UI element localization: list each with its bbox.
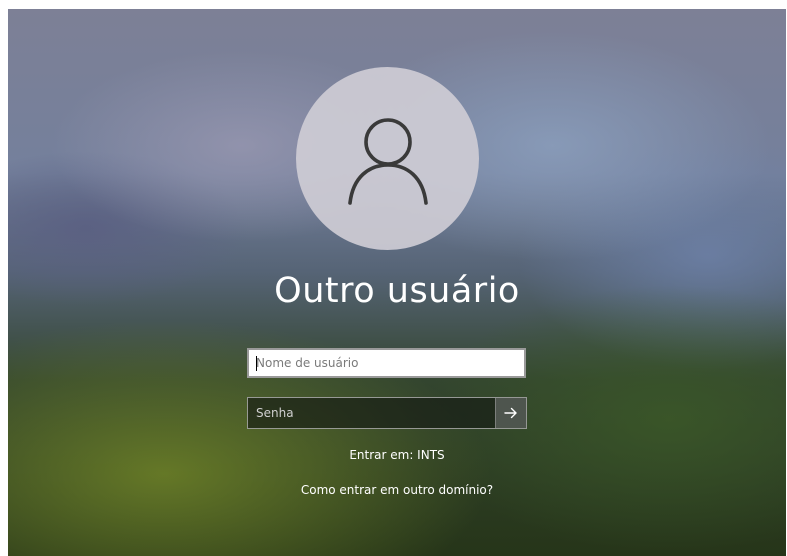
arrow-right-icon [504, 407, 517, 419]
submit-button[interactable] [495, 398, 526, 428]
user-name-title: Outro usuário [274, 271, 520, 311]
text-caret [256, 356, 257, 371]
other-domain-link[interactable]: Como entrar em outro domínio? [8, 483, 786, 497]
password-field [247, 397, 527, 429]
username-input[interactable] [247, 348, 526, 378]
user-icon [347, 117, 428, 205]
lock-screen: Outro usuário Entrar em: INTS Como entra… [8, 9, 786, 556]
sign-in-domain-text: Entrar em: INTS [349, 448, 445, 462]
user-avatar [296, 67, 479, 250]
password-input[interactable] [248, 398, 494, 428]
